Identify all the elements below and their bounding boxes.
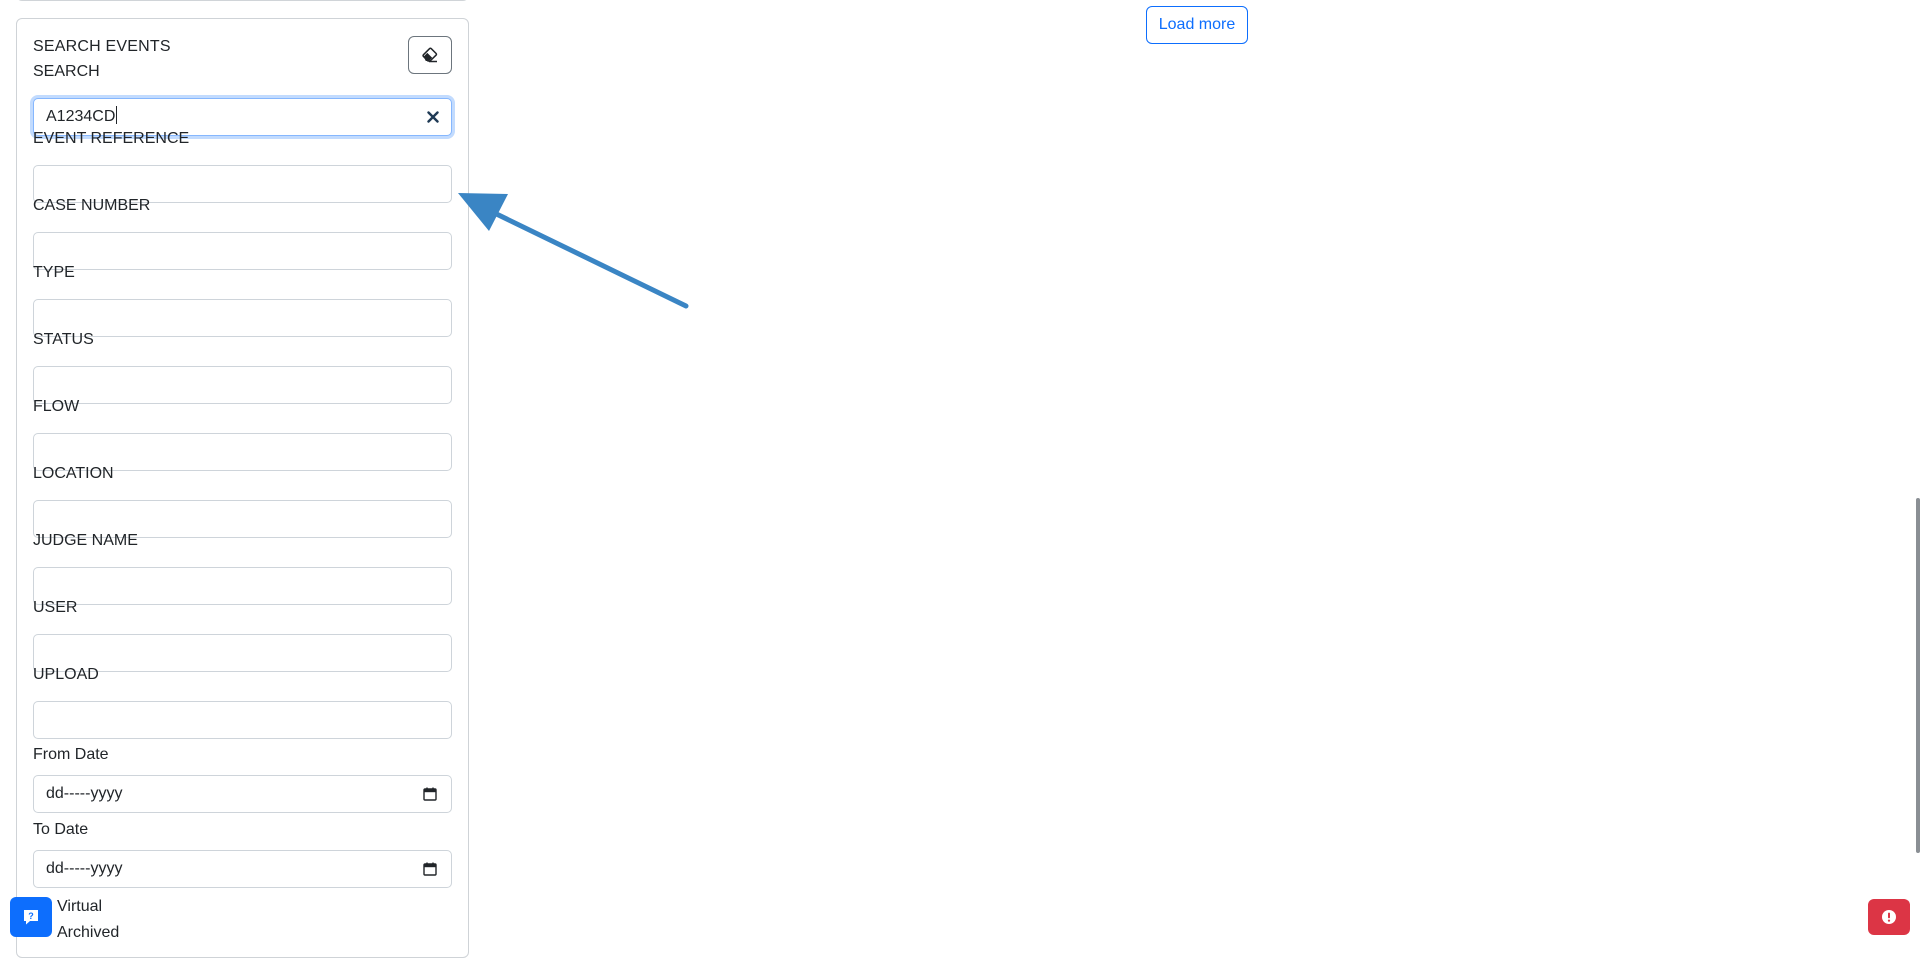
upload-input[interactable] [33, 701, 452, 739]
judge-name-input[interactable] [33, 567, 452, 605]
calendar-icon[interactable] [423, 787, 437, 801]
archived-checkbox-label[interactable]: Archived [57, 924, 119, 942]
panel-title: SEARCH EVENTS [33, 38, 171, 55]
flow-label: FLOW [33, 398, 80, 415]
to-date-label: To Date [33, 821, 89, 838]
help-chat-button[interactable]: ? [10, 897, 52, 937]
load-more-button[interactable]: Load more [1146, 6, 1248, 44]
type-input[interactable] [33, 299, 452, 337]
previous-card-edge [16, 0, 469, 1]
location-label: LOCATION [33, 465, 114, 482]
from-date-label: From Date [33, 746, 109, 763]
calendar-icon[interactable] [423, 862, 437, 876]
to-date-input[interactable]: dd-----yyyy [33, 850, 452, 888]
from-date-input[interactable]: dd-----yyyy [33, 775, 452, 813]
virtual-checkbox-label[interactable]: Virtual [57, 898, 102, 916]
scrollbar-thumb[interactable] [1916, 498, 1920, 853]
judge-name-label: JUDGE NAME [33, 532, 138, 549]
search-clear-button[interactable] [424, 108, 442, 126]
case-number-input[interactable] [33, 232, 452, 270]
case-number-label: CASE NUMBER [33, 197, 151, 214]
svg-text:?: ? [28, 911, 34, 921]
alert-button[interactable] [1868, 899, 1910, 935]
status-input[interactable] [33, 366, 452, 404]
to-date-value: dd-----yyyy [46, 860, 123, 877]
event-reference-label: EVENT REFERENCE [33, 130, 190, 147]
close-icon [427, 111, 439, 123]
type-label: TYPE [33, 264, 75, 281]
status-label: STATUS [33, 331, 94, 348]
eraser-icon [422, 47, 438, 63]
question-chat-icon: ? [24, 910, 38, 925]
search-label: SEARCH [33, 63, 100, 80]
search-events-panel: SEARCH EVENTS SEARCH A1234CD EVENT REFER… [16, 18, 469, 958]
alert-icon [1882, 910, 1896, 924]
clear-filters-button[interactable] [408, 36, 452, 74]
from-date-value: dd-----yyyy [46, 785, 123, 802]
upload-label: UPLOAD [33, 666, 99, 683]
annotation-arrow [458, 193, 689, 309]
user-label: USER [33, 599, 78, 616]
